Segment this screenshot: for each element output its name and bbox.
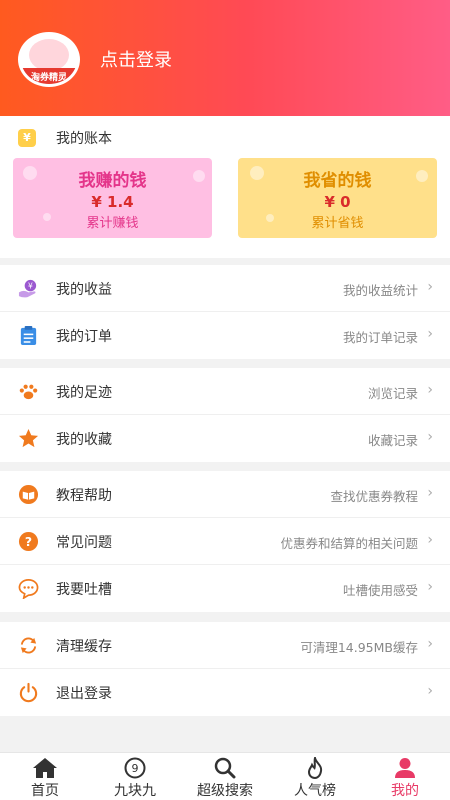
tab-label: 人气榜 [294,783,336,799]
menu-group-system: 清理缓存 可清理14.95MB缓存 › 退出登录 › [0,622,450,716]
row-label: 我的收藏 [56,432,112,448]
decor-bubble [23,166,37,180]
row-value: 我的收益统计 [342,283,418,298]
menu-row-favorites[interactable]: 我的收藏 收藏记录 › [0,415,450,462]
footprint-icon [19,384,38,400]
row-label: 清理缓存 [56,639,112,655]
decor-bubble [416,170,428,182]
menu-group-history: 我的足迹 浏览记录 › 我的收藏 收藏记录 › [0,368,450,462]
tab-search[interactable]: 超级搜索 [180,753,270,800]
account-title: ¥ 我的账本 [18,128,112,148]
fire-icon [307,757,323,779]
tab-label: 九块九 [114,783,156,799]
row-value: 浏览记录 [367,386,418,401]
row-label: 我的收益 [56,282,112,298]
decor-bubble [43,213,51,221]
tab-mine[interactable]: 我的 [360,753,450,800]
earned-amount: ¥ 1.4 [91,193,134,211]
tab-label: 超级搜索 [197,783,253,799]
power-icon [19,682,38,703]
profile-header: 淘券精灵 点击登录 [0,0,450,116]
saved-amount: ¥ 0 [324,193,351,211]
chevron-right-icon: › [427,532,433,548]
ledger-icon: ¥ [18,129,36,147]
tab-nine[interactable]: 9 九块九 [90,753,180,800]
row-value: 收藏记录 [367,433,418,448]
row-label: 我的足迹 [56,385,112,401]
logo-text: 淘券精灵 [30,73,67,83]
row-label: 退出登录 [56,686,112,702]
order-icon [20,325,37,346]
row-label: 我要吐槽 [56,582,112,598]
home-icon [33,758,57,778]
menu-group-help: 教程帮助 查找优惠券教程 › ? 常见问题 优惠券和结算的相关问题 › 我要吐槽… [0,471,450,612]
menu-row-orders[interactable]: 我的订单 我的订单记录 › [0,312,450,359]
chevron-right-icon: › [427,683,433,699]
tab-popular[interactable]: 人气榜 [270,753,360,800]
feedback-icon [18,579,39,599]
chevron-right-icon: › [427,326,433,342]
saved-money-card[interactable]: 我省的钱 ¥ 0 累计省钱 [238,158,437,238]
chevron-right-icon: › [427,636,433,652]
row-label: 常见问题 [56,535,112,551]
menu-row-faq[interactable]: ? 常见问题 优惠券和结算的相关问题 › [0,518,450,565]
menu-row-footprint[interactable]: 我的足迹 浏览记录 › [0,368,450,415]
menu-row-income[interactable]: ¥ 我的收益 我的收益统计 › [0,265,450,312]
tutorial-icon [18,484,39,505]
earned-title: 我赚的钱 [78,171,147,191]
chevron-right-icon: › [427,579,433,595]
bottom-tab-bar: 首页 9 九块九 超级搜索 人气榜 我的 [0,752,450,800]
svg-text:?: ? [25,534,32,549]
row-label: 我的订单 [56,329,112,345]
income-icon: ¥ [18,279,37,298]
menu-row-logout[interactable]: 退出登录 › [0,669,450,716]
tab-home[interactable]: 首页 [0,753,90,800]
decor-bubble [266,214,274,222]
row-value: 吐槽使用感受 [342,583,418,598]
tab-label: 首页 [31,783,59,799]
mascot-face [29,39,69,71]
refresh-icon [20,637,37,654]
row-value: 查找优惠券教程 [330,489,418,504]
saved-title: 我省的钱 [303,171,372,191]
chevron-right-icon: › [427,382,433,398]
star-icon [18,428,39,448]
question-icon: ? [18,531,39,552]
svg-text:¥: ¥ [28,282,33,291]
login-link[interactable]: 点击登录 [100,46,172,72]
earned-money-card[interactable]: 我赚的钱 ¥ 1.4 累计赚钱 [13,158,212,238]
search-icon [214,757,236,779]
tab-label: 我的 [391,783,419,799]
menu-row-feedback[interactable]: 我要吐槽 吐槽使用感受 › [0,565,450,612]
menu-row-clear-cache[interactable]: 清理缓存 可清理14.95MB缓存 › [0,622,450,669]
account-title-label: 我的账本 [56,131,112,147]
chevron-right-icon: › [427,279,433,295]
menu-group-earnings: ¥ 我的收益 我的收益统计 › 我的订单 我的订单记录 › [0,265,450,359]
decor-bubble [250,166,264,180]
nine-badge-text: 9 [132,762,139,775]
account-section: ¥ 我的账本 我赚的钱 ¥ 1.4 累计赚钱 我省的钱 ¥ 0 累计省钱 [0,116,450,258]
decor-bubble [193,170,205,182]
nine-icon: 9 [124,757,146,779]
chevron-right-icon: › [427,429,433,445]
row-label: 教程帮助 [56,488,112,504]
avatar[interactable]: 淘券精灵 [18,32,80,87]
row-value: 我的订单记录 [342,330,418,345]
user-icon [395,758,415,778]
chevron-right-icon: › [427,485,433,501]
row-value: 优惠券和结算的相关问题 [280,536,418,551]
row-value: 可清理14.95MB缓存 [300,640,418,655]
menu-row-tutorial[interactable]: 教程帮助 查找优惠券教程 › [0,471,450,518]
